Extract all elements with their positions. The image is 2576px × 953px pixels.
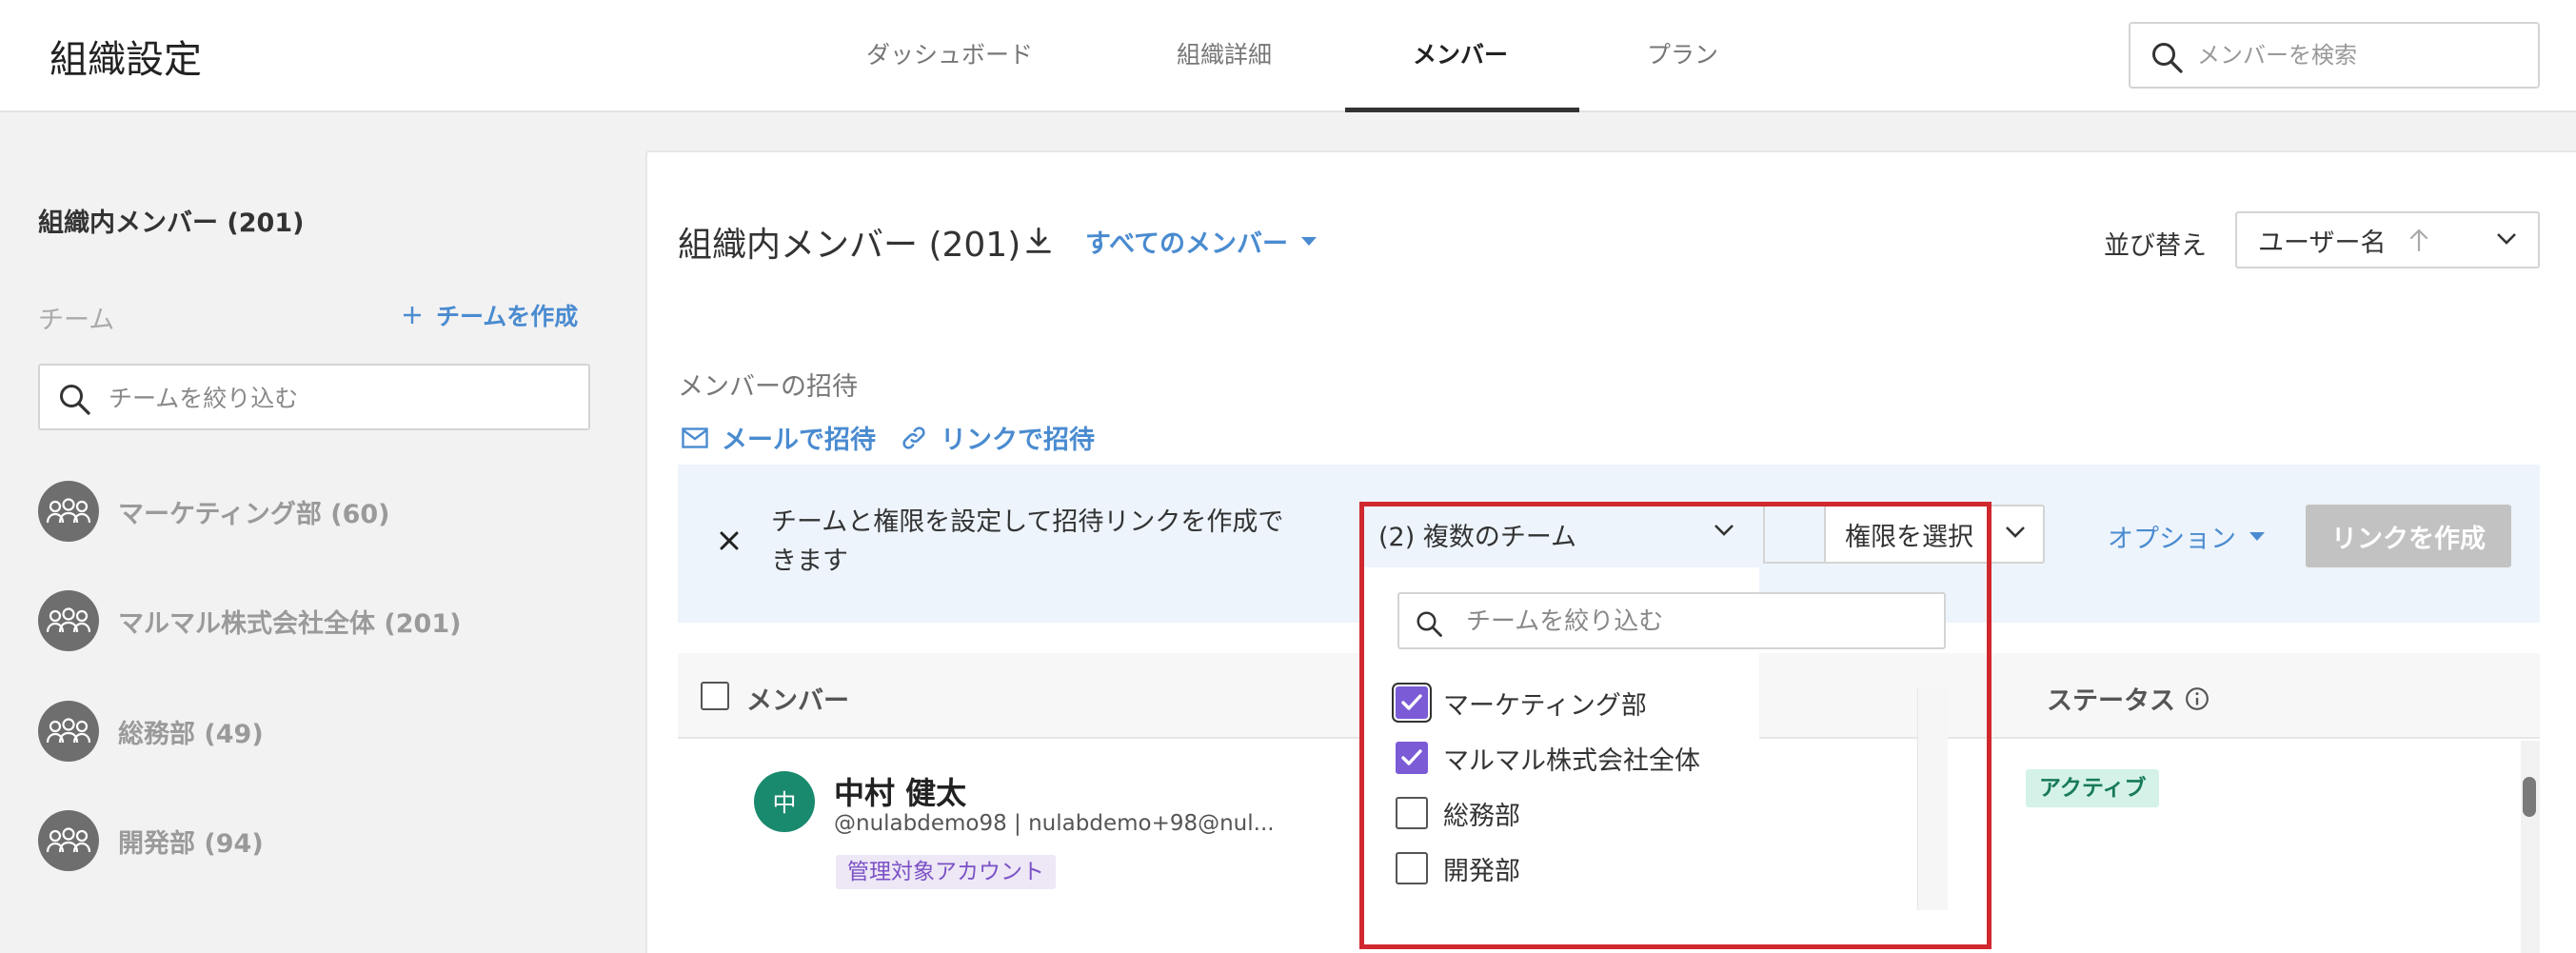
option-label: マルマル株式会社全体 [1443, 745, 1700, 776]
sidebar-item-general-affairs[interactable]: 総務部 (49) [38, 701, 264, 762]
team-select-value: (2) 複数のチーム [1378, 522, 1577, 552]
member-name[interactable]: 中村 健太 [834, 769, 966, 813]
options-dropdown[interactable]: オプション [2108, 518, 2265, 555]
team-name: 総務部 (49) [118, 719, 264, 749]
team-icon [38, 590, 99, 651]
member-search [2129, 22, 2540, 89]
invite-by-link-link[interactable]: リンクで招待 [901, 419, 1095, 456]
sort-label: 並び替え [2104, 231, 2207, 261]
search-icon [2150, 40, 2184, 74]
invite-by-email-label: メールで招待 [722, 426, 876, 455]
search-icon [1415, 609, 1443, 638]
table-scrollbar[interactable] [2521, 741, 2540, 953]
team-icon [38, 810, 99, 871]
team-filter [38, 364, 590, 430]
app-title: 組織設定 [50, 38, 202, 82]
permission-select-value: 権限を選択 [1845, 522, 1973, 552]
mail-icon [682, 427, 708, 448]
managed-account-badge: 管理対象アカウント [836, 855, 1056, 889]
close-icon[interactable] [718, 529, 741, 552]
status-badge: アクティブ [2026, 769, 2160, 807]
page-title: 組織内メンバー (201) [678, 226, 1021, 265]
option-label: 総務部 [1443, 801, 1520, 831]
dropdown-option-marketing[interactable]: マーケティング部 [1396, 684, 1647, 722]
column-header-status-label: ステータス [2047, 686, 2175, 716]
member-search-input[interactable] [2197, 33, 2521, 77]
sidebar-team-label: チーム [38, 306, 115, 335]
sidebar-item-marumaru[interactable]: マルマル株式会社全体 (201) [38, 590, 461, 651]
link-icon [901, 425, 927, 451]
checkbox[interactable] [1396, 797, 1428, 829]
caret-down-icon [1301, 236, 1318, 247]
info-icon[interactable] [2185, 686, 2209, 711]
table-scrollbar-thumb[interactable] [2523, 777, 2536, 817]
sidebar-item-marketing[interactable]: マーケティング部 (60) [38, 481, 390, 542]
options-label: オプション [2108, 525, 2236, 554]
download-icon[interactable] [1022, 225, 1055, 257]
create-team-label: チームを作成 [436, 303, 579, 330]
active-tab-indicator [1345, 108, 1579, 112]
invite-description: チームと権限を設定して招待リンクを作成できます [771, 507, 1284, 576]
team-name: マルマル株式会社全体 (201) [118, 608, 462, 639]
select-all-checkbox[interactable] [701, 682, 729, 710]
dropdown-scrollbar[interactable] [1917, 687, 1948, 910]
dropdown-option-general-affairs[interactable]: 総務部 [1396, 794, 1520, 832]
team-icon [38, 481, 99, 542]
chevron-down-icon [2496, 232, 2517, 246]
create-link-button[interactable]: リンクを作成 [2306, 505, 2511, 567]
permission-select[interactable]: 権限を選択 [1824, 505, 2045, 564]
tab-members[interactable]: メンバー [1413, 36, 1508, 70]
member-filter-label: すべてのメンバー [1085, 229, 1289, 259]
checkbox[interactable] [1396, 852, 1428, 884]
dropdown-team-filter-input[interactable] [1466, 602, 1923, 642]
tab-org-details[interactable]: 組織詳細 [1177, 36, 1272, 70]
arrow-up-icon [2408, 228, 2429, 252]
member-account-info: @nulabdemo98 | nulabdemo+98@nul... [834, 811, 1275, 836]
team-icon [38, 701, 99, 762]
team-name: 開発部 (94) [118, 828, 264, 859]
invite-section-title: メンバーの招待 [678, 372, 858, 402]
invite-by-link-label: リンクで招待 [941, 426, 1095, 455]
option-label: マーケティング部 [1443, 690, 1647, 721]
caret-down-icon [2249, 531, 2265, 542]
team-filter-input[interactable] [109, 377, 565, 419]
avatar: 中 [754, 771, 815, 832]
tab-plan[interactable]: プラン [1647, 36, 1718, 70]
dropdown-option-development[interactable]: 開発部 [1396, 849, 1520, 887]
checkbox[interactable] [1396, 686, 1428, 719]
team-select[interactable]: (2) 複数のチーム [1359, 505, 1759, 564]
dropdown-option-marumaru[interactable]: マルマル株式会社全体 [1396, 739, 1700, 777]
plus-icon [402, 305, 423, 326]
search-icon [57, 382, 91, 416]
column-header-member: メンバー [746, 686, 849, 716]
option-label: 開発部 [1443, 856, 1520, 886]
sidebar-org-members-link[interactable]: 組織内メンバー (201) [38, 202, 304, 239]
chevron-down-icon [1714, 524, 1734, 537]
dropdown-team-filter [1397, 592, 1946, 649]
create-team-button[interactable]: チームを作成 [402, 298, 578, 332]
invite-by-email-link[interactable]: メールで招待 [682, 419, 876, 456]
column-header-status: ステータス [2047, 680, 2209, 717]
team-name: マーケティング部 (60) [118, 499, 390, 529]
checkbox[interactable] [1396, 742, 1428, 774]
member-filter-dropdown[interactable]: すべてのメンバー [1085, 223, 1318, 260]
chevron-down-icon [2005, 526, 2026, 539]
tab-dashboard[interactable]: ダッシュボード [866, 36, 1033, 70]
sort-value: ユーザー名 [2258, 228, 2387, 258]
sort-select[interactable]: ユーザー名 [2235, 211, 2540, 268]
select-divider [1763, 505, 1826, 564]
sidebar-item-development[interactable]: 開発部 (94) [38, 810, 264, 871]
